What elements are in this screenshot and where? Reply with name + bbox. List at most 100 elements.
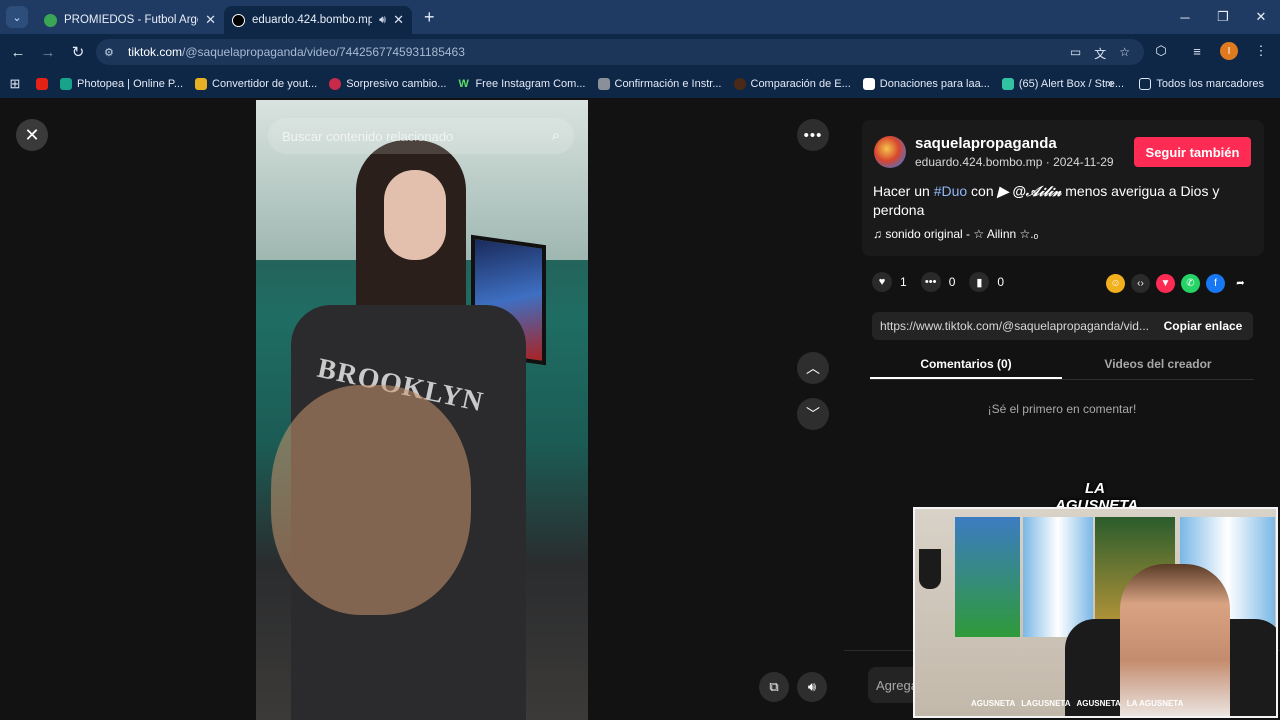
url-path: /@saquelapropaganda/video/74425677459311…	[182, 45, 465, 59]
all-bookmarks[interactable]: Todos los marcadores	[1133, 78, 1270, 90]
bookmark-sorpresivo[interactable]: Sorpresivo cambio...	[323, 78, 452, 90]
close-tab-icon[interactable]: ✕	[393, 12, 404, 28]
heart-icon: ♥	[872, 272, 892, 292]
author-avatar[interactable]	[874, 136, 906, 168]
video-info-card: saquelapropaganda eduardo.424.bombo.mp ·…	[862, 120, 1264, 256]
author-subtitle: eduardo.424.bombo.mp · 2024-11-29	[915, 155, 1114, 169]
promiedos-favicon-icon	[44, 13, 57, 27]
youtube-handle: LA AGUSNETA	[1126, 699, 1184, 708]
translate-icon[interactable]: 文	[1094, 45, 1106, 62]
forward-arrow-icon[interactable]: →	[34, 38, 62, 66]
send-icon[interactable]: ▼	[1156, 274, 1175, 293]
bookmarks-end: » Todos los marcadores	[1107, 78, 1270, 90]
more-options-icon[interactable]: •••	[797, 119, 829, 151]
save-stat[interactable]: ▮ 0	[969, 272, 1004, 292]
floating-player-icon[interactable]: ⧉	[759, 672, 789, 702]
friends-icon[interactable]: ☺	[1106, 274, 1125, 293]
browser-tab-strip: ⌄ PROMIEDOS - Futbol Argentino ✕ eduardo…	[0, 0, 1280, 34]
bookmark-convertidor[interactable]: Convertidor de yout...	[189, 78, 323, 90]
bookmark-icon: ▮	[969, 272, 990, 292]
tab-promiedos[interactable]: PROMIEDOS - Futbol Argentino ✕	[36, 6, 224, 34]
address-bar[interactable]: ⚙ tiktok.com/@saquelapropaganda/video/74…	[96, 39, 1144, 65]
follow-button[interactable]: Seguir también	[1134, 137, 1251, 167]
media-control-icon[interactable]: ≡	[1184, 38, 1210, 64]
video-link-field[interactable]: https://www.tiktok.com/@saquelapropagand…	[872, 319, 1153, 333]
w-icon: W	[458, 78, 469, 90]
bookmark-label: Convertidor de yout...	[212, 78, 318, 90]
cast-icon[interactable]: ▭	[1070, 45, 1081, 62]
webcam-overlay: AGUSNETA LAGUSNETA AGUSNETA LA AGUSNETA	[913, 507, 1278, 718]
like-stat[interactable]: ♥ 1	[872, 272, 907, 292]
copy-link-button[interactable]: Copiar enlace	[1153, 319, 1253, 333]
facebook-icon[interactable]: f	[1206, 274, 1225, 293]
bookmark-photopea[interactable]: Photopea | Online P...	[54, 78, 189, 90]
omnibox-actions: ▭ 文 ☆	[1070, 45, 1130, 62]
mention-link[interactable]: ▶ @𝒜𝒾𝓁𝒾𝓃	[998, 183, 1062, 199]
bookmark-youtube[interactable]	[30, 78, 54, 90]
convertidor-icon	[195, 78, 208, 90]
desc-text: con	[967, 183, 998, 199]
save-count: 0	[997, 275, 1005, 289]
extensions-icon[interactable]: ⬡	[1148, 38, 1174, 64]
panel-tabs: Comentarios (0) Videos del creador	[870, 350, 1254, 380]
instagram-handle: AGUSNETA	[971, 699, 1016, 708]
comment-stat[interactable]: ••• 0	[920, 272, 956, 292]
video-player[interactable]: BROOKLYN Buscar contenido relacionado ⌕	[256, 100, 588, 720]
link-icon	[597, 78, 610, 90]
comparison-icon	[733, 78, 746, 90]
related-search-input[interactable]: Buscar contenido relacionado ⌕	[268, 118, 574, 154]
bookmark-label: Free Instagram Com...	[475, 78, 586, 90]
back-arrow-icon[interactable]: ←	[4, 38, 32, 66]
audio-playing-icon[interactable]: 🔊︎	[379, 14, 386, 27]
bookmark-instagram[interactable]: W Free Instagram Com...	[452, 78, 591, 90]
comment-count: 0	[948, 275, 956, 289]
video-frame-face	[384, 170, 446, 260]
close-tab-icon[interactable]: ✕	[205, 12, 216, 28]
maximize-icon[interactable]: ❐	[1204, 0, 1242, 34]
poster-player	[1023, 517, 1093, 637]
close-icon[interactable]: ✕	[16, 119, 48, 151]
tab-search-icon[interactable]: ⌄	[6, 6, 28, 28]
sound-link[interactable]: ♫ sonido original - ☆ Ailinn ☆.ₒ	[873, 227, 1038, 241]
tab-title: eduardo.424.bombo.mp (@	[252, 14, 373, 26]
bookmark-comparacion[interactable]: Comparación de E...	[728, 78, 857, 90]
profile-avatar-icon[interactable]: I	[1220, 42, 1238, 60]
video-frame-overlay-face	[271, 385, 471, 615]
folder-icon	[1139, 78, 1152, 90]
bookmark-confirmacion[interactable]: Confirmación e Instr...	[592, 78, 728, 90]
apps-grid-icon[interactable]: ⊞	[0, 76, 30, 92]
bookmark-star-icon[interactable]: ☆	[1119, 45, 1130, 62]
menu-dots-icon[interactable]: ⋮	[1248, 38, 1274, 64]
share-arrow-icon[interactable]: ➦	[1231, 274, 1250, 293]
reload-icon[interactable]: ↻	[64, 38, 92, 66]
new-tab-button[interactable]: +	[424, 7, 435, 28]
search-icon[interactable]: ⌕	[552, 127, 560, 144]
bookmark-label: Donaciones para laa...	[879, 78, 990, 90]
embed-icon[interactable]: ‹›	[1131, 274, 1150, 293]
close-window-icon[interactable]: ✕	[1242, 0, 1280, 34]
author-name[interactable]: saquelapropaganda	[915, 135, 1057, 152]
more-bookmarks-icon[interactable]: »	[1107, 78, 1113, 90]
tab-creator-videos[interactable]: Videos del creador	[1062, 350, 1254, 379]
bookmark-label: Confirmación e Instr...	[614, 78, 722, 90]
next-video-icon[interactable]: ﹀	[797, 398, 829, 430]
photopea-icon	[60, 78, 72, 90]
bookmark-label: Sorpresivo cambio...	[346, 78, 447, 90]
site-settings-icon[interactable]: ⚙	[104, 46, 120, 59]
previous-video-icon[interactable]: ︿	[797, 352, 829, 384]
kick-handle: AGUSNETA	[1076, 699, 1121, 708]
whatsapp-icon[interactable]: ✆	[1181, 274, 1200, 293]
window-controls: ─ ❐ ✕	[1166, 0, 1280, 34]
bookmark-label: Photopea | Online P...	[77, 78, 184, 90]
alert-box-icon	[1001, 78, 1014, 90]
bookmark-label: Comparación de E...	[750, 78, 851, 90]
tab-comments[interactable]: Comentarios (0)	[870, 350, 1062, 379]
minimize-icon[interactable]: ─	[1166, 0, 1204, 34]
volume-icon[interactable]: 🔊︎	[797, 672, 827, 702]
bookmark-donaciones[interactable]: Donaciones para laa...	[857, 78, 996, 90]
browser-toolbar: ← → ↻ ⚙ tiktok.com/@saquelapropaganda/vi…	[0, 34, 1280, 70]
engagement-stats: ♥ 1 ••• 0 ▮ 0	[872, 272, 1004, 292]
tab-tiktok[interactable]: eduardo.424.bombo.mp (@ 🔊︎ ✕	[224, 6, 412, 34]
poster-stadium	[955, 517, 1020, 637]
hashtag-link[interactable]: #Duo	[934, 183, 967, 199]
